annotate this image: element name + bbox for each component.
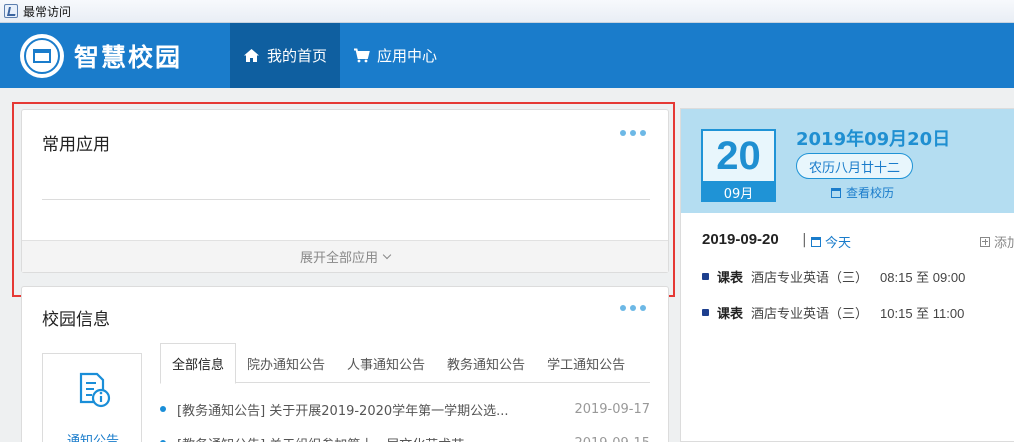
- day-box: 20: [701, 129, 776, 183]
- bookmarks-bar: 最常访问: [0, 0, 1014, 23]
- notice-category[interactable]: 通知公告: [42, 353, 142, 442]
- tab-hr-notices[interactable]: 人事通知公告: [336, 343, 436, 383]
- bookmark-icon: [4, 4, 18, 18]
- view-school-calendar-label: 查看校历: [846, 186, 895, 200]
- course-name: 酒店专业英语（三）: [751, 307, 869, 322]
- school-logo-icon: [20, 33, 64, 78]
- lunar-date-badge: 农历八月廿十二: [796, 153, 914, 179]
- today-button[interactable]: 今天: [811, 232, 851, 251]
- brand[interactable]: 智慧校园: [0, 23, 230, 88]
- calendar-icon: [811, 236, 821, 247]
- divider: [42, 199, 650, 200]
- schedule-tag: 课表: [717, 271, 744, 286]
- news-title: [教务通知公告] 关于组织参加第十一届文化艺术节: [177, 434, 566, 442]
- bullet-icon: [702, 273, 709, 280]
- home-icon: [244, 49, 259, 62]
- tab-student-affairs-notices[interactable]: 学工通知公告: [536, 343, 636, 383]
- more-options-icon[interactable]: [620, 305, 646, 311]
- news-date: 2019-09-15: [574, 436, 650, 442]
- month-label: 09月: [701, 182, 776, 202]
- add-label: 添加: [994, 236, 1014, 251]
- plus-icon: [980, 236, 990, 247]
- nav-app-center-label: 应用中心: [377, 47, 438, 65]
- notice-category-label: 通知公告: [66, 434, 119, 442]
- campus-info-title: 校园信息: [42, 310, 110, 330]
- news-date: 2019-09-17: [574, 401, 650, 417]
- schedule-item[interactable]: 课表 酒店专业英语（三） 10:15 至 11:00: [702, 303, 964, 322]
- cart-icon: [354, 48, 370, 63]
- more-options-icon[interactable]: [620, 130, 646, 136]
- course-time: 10:15 至 11:00: [880, 306, 965, 321]
- tab-all-info[interactable]: 全部信息: [160, 343, 237, 384]
- add-event-button[interactable]: 添加: [980, 232, 1014, 251]
- nav-app-center[interactable]: 应用中心: [340, 23, 450, 88]
- course-time: 08:15 至 09:00: [880, 270, 966, 285]
- brand-name: 智慧校园: [74, 42, 183, 72]
- bookmark-label: 最常访问: [23, 4, 72, 19]
- tab-academic-notices[interactable]: 教务通知公告: [436, 343, 536, 383]
- bullet-icon: [702, 309, 709, 316]
- notice-document-icon: [79, 372, 111, 408]
- nav-my-home-label: 我的首页: [267, 47, 328, 65]
- common-apps-title: 常用应用: [42, 135, 110, 155]
- nav-my-home[interactable]: 我的首页: [230, 23, 341, 88]
- campus-info-card: 校园信息 通知公告 全部信息 院办通知公告 人事通知公告 教务通知公告 学工通知…: [21, 286, 669, 442]
- full-date: 2019年09月20日: [796, 129, 951, 150]
- day-number: 20: [716, 133, 761, 178]
- date-header: 20 09月 2019年09月20日 农历八月廿十二 查看校历: [681, 109, 1014, 213]
- chevron-down-icon: [382, 250, 392, 260]
- schedule-tag: 课表: [717, 307, 744, 322]
- calendar-panel: 20 09月 2019年09月20日 农历八月廿十二 查看校历 2019-09-…: [680, 108, 1014, 442]
- bookmark-most-visited[interactable]: 最常访问: [4, 3, 71, 20]
- info-tabs: 全部信息 院办通知公告 人事通知公告 教务通知公告 学工通知公告: [160, 343, 650, 384]
- expand-all-apps-label: 展开全部应用: [299, 251, 378, 266]
- view-school-calendar-link[interactable]: 查看校历: [831, 184, 894, 201]
- tab-college-notices[interactable]: 院办通知公告: [236, 343, 336, 383]
- news-title: [教务通知公告] 关于开展2019-2020学年第一学期公选...: [177, 403, 509, 419]
- separator: |: [802, 232, 807, 248]
- news-item[interactable]: [教务通知公告] 关于开展2019-2020学年第一学期公选... 2019-0…: [160, 399, 650, 419]
- schedule-date: 2019-09-20: [702, 231, 779, 248]
- news-item[interactable]: [教务通知公告] 关于组织参加第十一届文化艺术节 2019-09-15: [160, 433, 650, 442]
- bullet-icon: [160, 406, 166, 412]
- schedule-item[interactable]: 课表 酒店专业英语（三） 08:15 至 09:00: [702, 267, 965, 286]
- today-label: 今天: [825, 236, 852, 251]
- top-navbar: 智慧校园 我的首页 应用中心: [0, 23, 1014, 88]
- calendar-icon: [831, 187, 841, 198]
- common-apps-card: 常用应用 展开全部应用: [21, 109, 669, 273]
- expand-all-apps-button[interactable]: 展开全部应用: [22, 240, 668, 272]
- course-name: 酒店专业英语（三）: [751, 271, 869, 286]
